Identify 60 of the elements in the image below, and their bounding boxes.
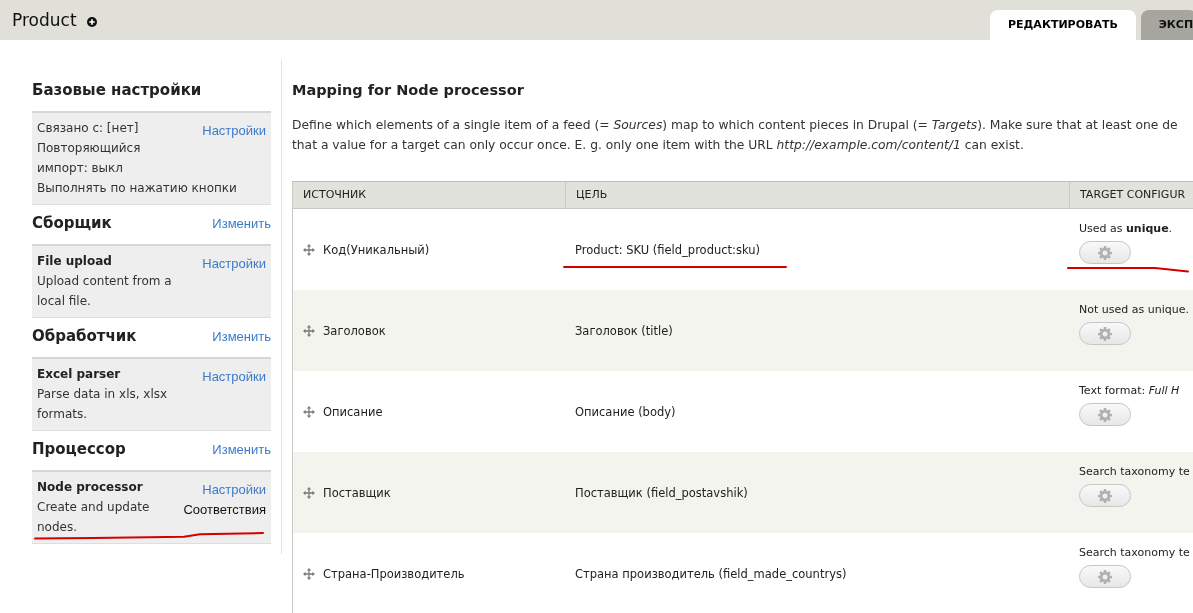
source-cell: Поставщик [323, 485, 391, 500]
change-link[interactable]: Изменить [212, 329, 271, 344]
gear-icon [1098, 326, 1112, 341]
source-cell: Заголовок [323, 323, 386, 338]
column-header: TARGET CONFIGUR [1069, 182, 1193, 208]
plugin-name: Node processor [37, 480, 143, 494]
settings-button[interactable] [1079, 484, 1131, 507]
settings-button[interactable] [1079, 241, 1131, 264]
source-cell: Описание [323, 404, 383, 419]
plugin-description: Upload content from a local file. [37, 274, 172, 308]
move-icon[interactable] [303, 324, 315, 337]
move-icon[interactable] [303, 243, 315, 256]
configuration-text: Search taxonomy te [1079, 465, 1190, 479]
plugin-description: Parse data in xls, xlsx formats. [37, 387, 168, 421]
source-cell: Страна-Производитель [323, 566, 465, 581]
plugin-link[interactable]: Настройки [202, 254, 266, 274]
page-title: Product [12, 9, 77, 31]
target-cell: Заголовок (title) [575, 323, 673, 338]
section-title: Базовые настройки [32, 80, 202, 100]
plugin-description: Выполнять по нажатию кнопки [37, 181, 237, 195]
tab[interactable]: РЕДАКТИРОВАТЬ [990, 10, 1136, 40]
settings-button[interactable] [1079, 565, 1131, 588]
change-link[interactable]: Изменить [212, 216, 271, 231]
gear-icon [1098, 245, 1112, 260]
plugin-description: Связано с: [нет] [37, 121, 139, 135]
source-cell: Код(Уникальный) [323, 242, 430, 257]
configuration-text: Used as unique. [1079, 222, 1173, 236]
plugin-name: Excel parser [37, 367, 121, 381]
move-icon[interactable] [303, 405, 315, 418]
configuration-text: Search taxonomy te [1079, 546, 1190, 560]
section-title: Обработчик [32, 326, 137, 346]
gear-icon [1098, 407, 1112, 422]
plus-circle-icon[interactable] [86, 16, 97, 27]
section-title: Процессор [32, 439, 126, 459]
column-header: ЦЕЛЬ [565, 182, 1069, 208]
plugin-link[interactable]: Соответствия [183, 500, 266, 520]
target-cell: Product: SKU (field_product:sku) [575, 242, 761, 257]
plugin-link[interactable]: Настройки [183, 480, 266, 500]
plugin-description: Повторяющийся импорт: выкл [37, 141, 141, 175]
mapping-title: Mapping for Node processor [292, 81, 525, 100]
target-cell: Описание (body) [575, 404, 676, 419]
gear-icon [1098, 488, 1112, 503]
plugin-link[interactable]: Настройки [202, 367, 266, 387]
configuration-text: Not used as unique. [1079, 303, 1189, 317]
target-cell: Страна производитель (field_made_countrys) [575, 566, 847, 581]
move-icon[interactable] [303, 567, 315, 580]
configuration-text: Text format: Full H [1079, 384, 1180, 398]
column-header: ИСТОЧНИК [302, 187, 368, 203]
settings-button[interactable] [1079, 322, 1131, 345]
plugin-name: File upload [37, 254, 112, 268]
settings-button[interactable] [1079, 403, 1131, 426]
section-title: Сборщик [32, 213, 112, 233]
tab[interactable]: ЭКСП [1140, 10, 1193, 40]
gear-icon [1098, 569, 1112, 584]
plugin-description: Create and update nodes. [37, 500, 150, 534]
description-text: Define which elements of a single item of a feed (= Sources) map to which content pieces in Drupal (= Targets). Make sure that at least one de that a value for a target can only occur once. E. g. only one item with the URL http://example.com/content/1 can exist. [292, 117, 1179, 154]
move-icon[interactable] [303, 486, 315, 499]
plugin-link[interactable]: Настройки [202, 121, 266, 141]
target-cell: Поставщик (field_postavshik) [575, 485, 748, 500]
change-link[interactable]: Изменить [212, 442, 271, 457]
